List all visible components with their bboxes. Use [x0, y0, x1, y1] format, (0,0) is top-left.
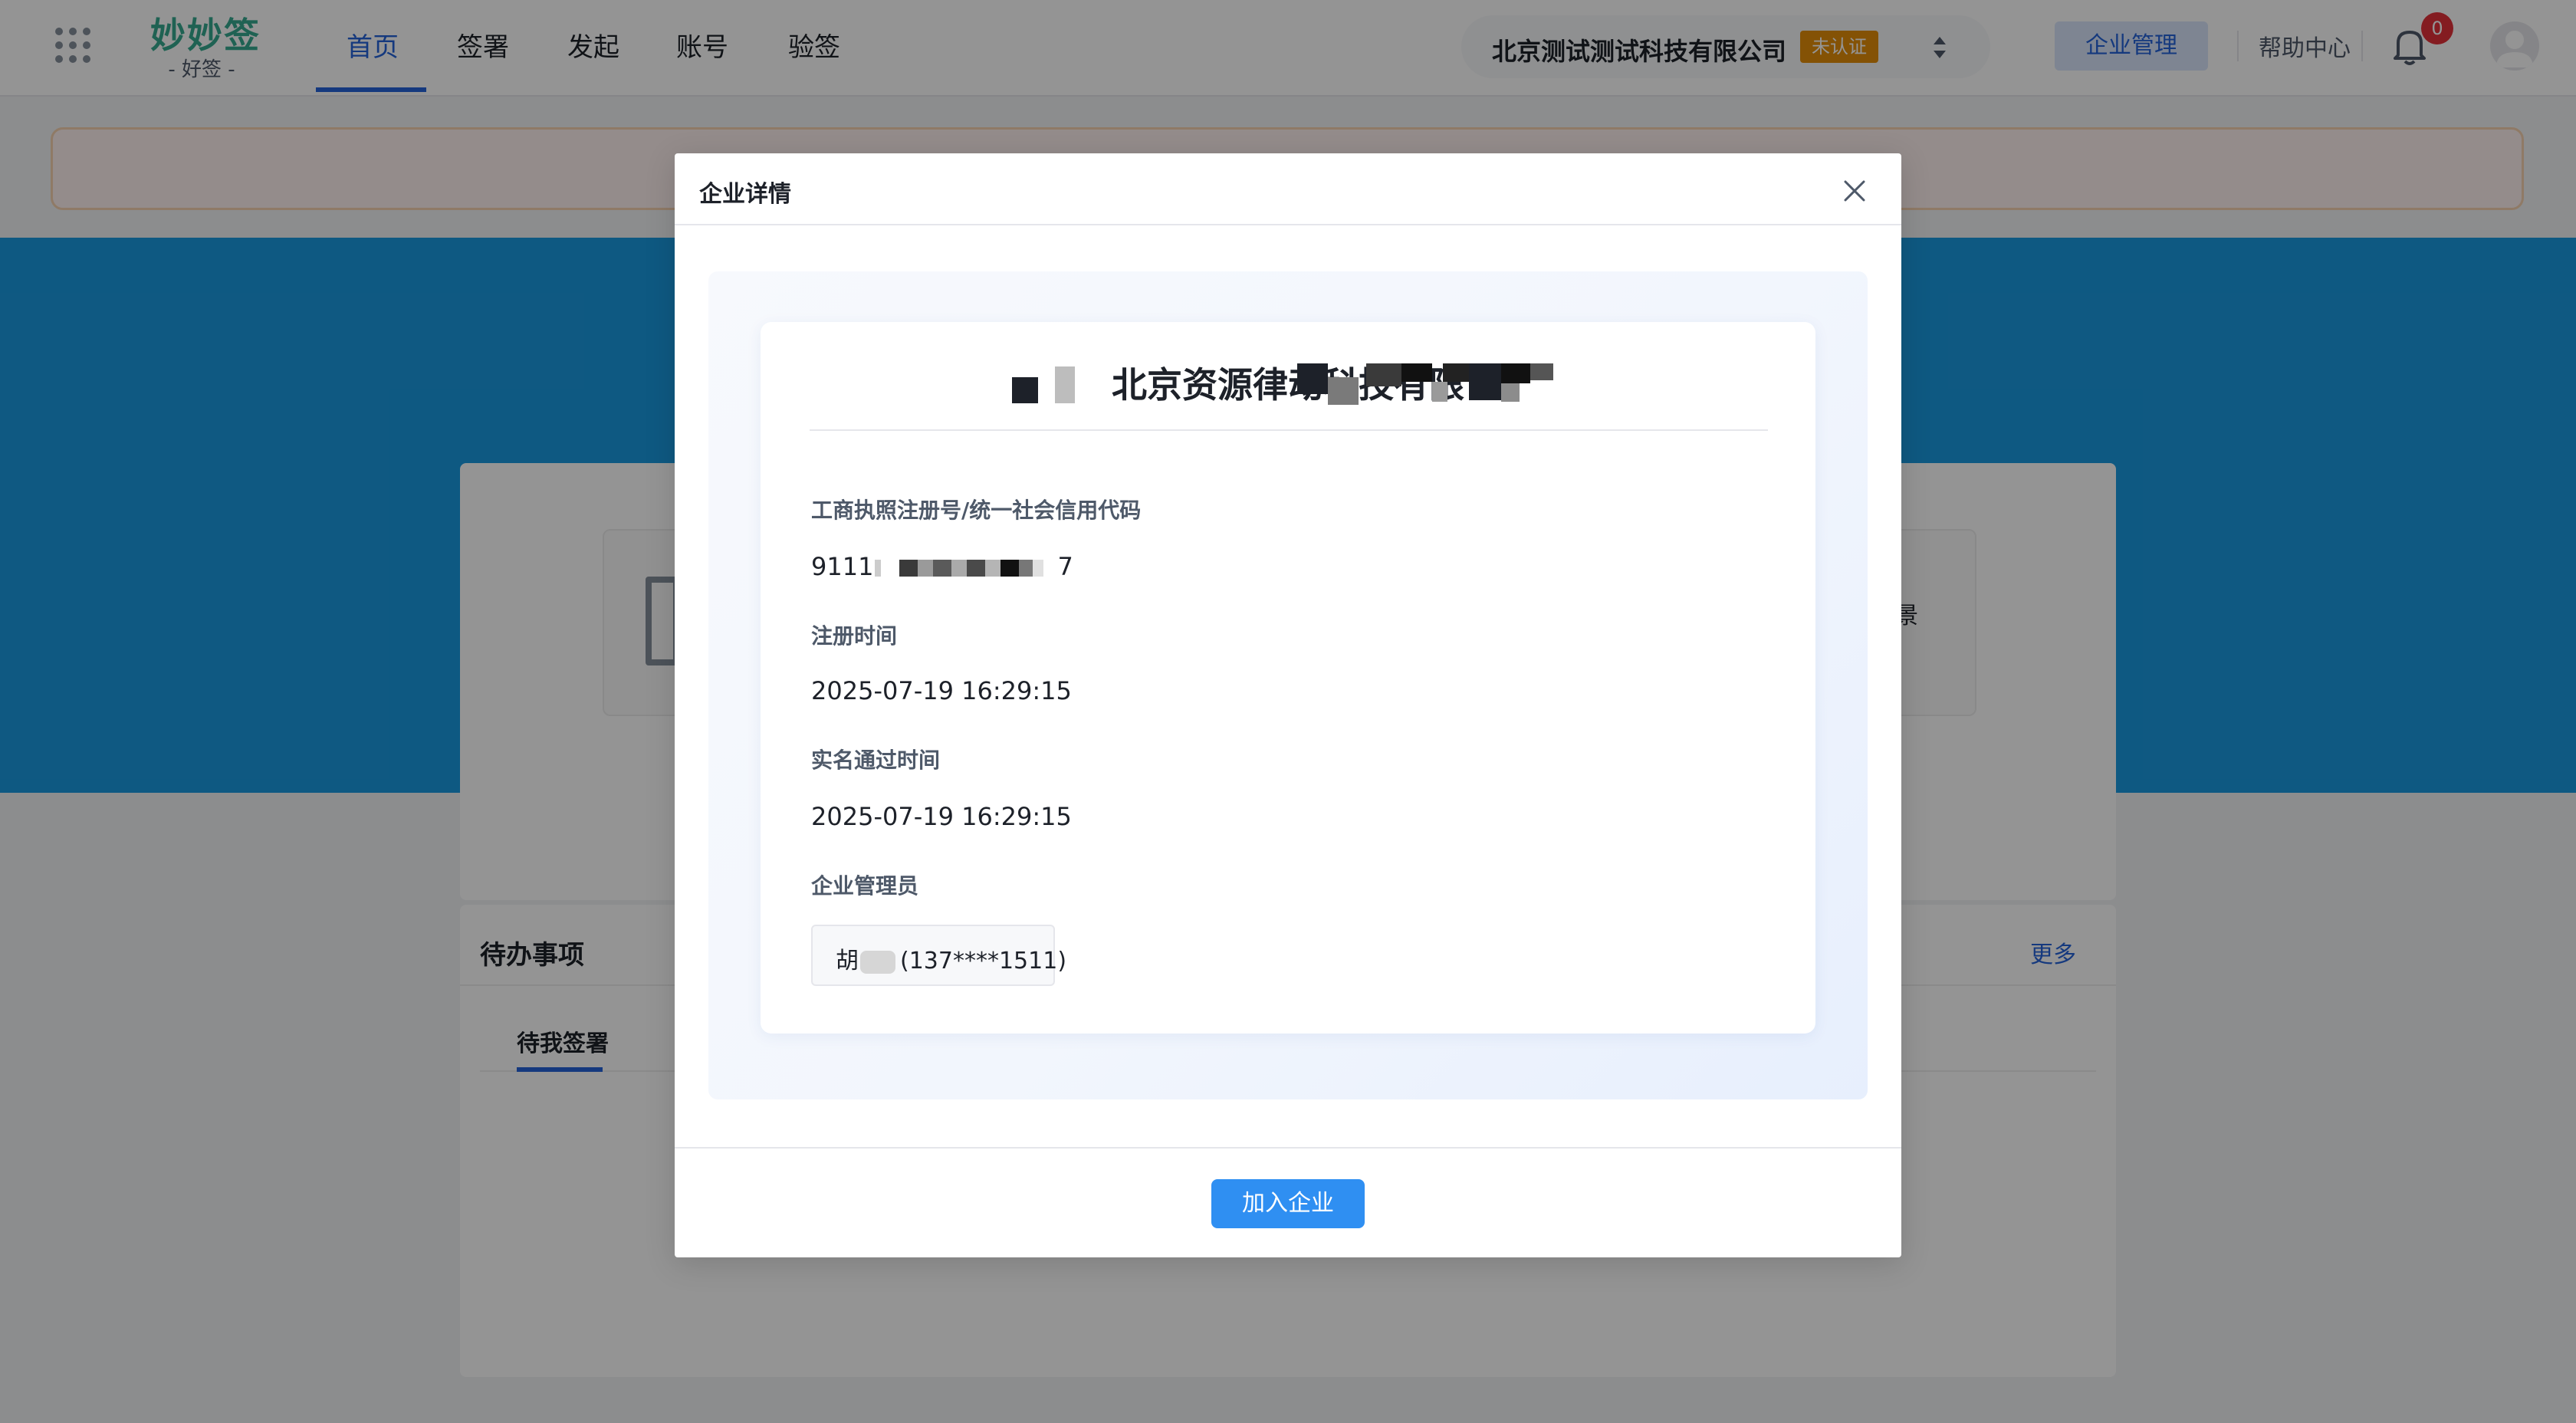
name-divider	[810, 429, 1768, 431]
admin-name: 胡	[836, 948, 859, 974]
join-enterprise-button[interactable]: 加入企业	[1211, 1179, 1365, 1228]
redaction-mosaic	[1297, 363, 1558, 405]
register-time-value: 2025-07-19 16:29:15	[811, 676, 1072, 705]
verified-time-value: 2025-07-19 16:29:15	[811, 802, 1072, 831]
admin-label: 企业管理员	[811, 873, 919, 899]
credit-code-prefix: 9111	[811, 552, 874, 581]
admin-phone: (137****1511)	[900, 948, 1067, 974]
modal-title: 企业详情	[699, 181, 791, 208]
admin-chip: 胡 (137****1511)	[811, 925, 1066, 986]
detail-panel: 北京资源律动科技有限 工商执照注册号/统一社会信用代码 9111 7 注册时间 2…	[708, 271, 1868, 1099]
admin-value: 胡 (137****1511)	[836, 942, 1066, 975]
company-full-name: 北京资源律动科技有限	[1112, 364, 1464, 406]
modal-header: 企业详情	[675, 153, 1901, 225]
verified-time-label: 实名通过时间	[811, 748, 941, 773]
detail-card: 北京资源律动科技有限 工商执照注册号/统一社会信用代码 9111 7 注册时间 2…	[761, 322, 1815, 1034]
credit-code-suffix: 7	[1057, 552, 1073, 581]
close-icon[interactable]	[1843, 179, 1866, 202]
modal-footer: 加入企业	[675, 1147, 1901, 1259]
credit-code-label: 工商执照注册号/统一社会信用代码	[811, 498, 1142, 523]
enterprise-detail-modal: 企业详情 北京资源律动科技有限 工商执照注册号/统一社会信用代码 9111 7 …	[675, 153, 1901, 1257]
register-time-label: 注册时间	[811, 623, 898, 649]
credit-code-value: 9111 7	[811, 552, 1073, 581]
